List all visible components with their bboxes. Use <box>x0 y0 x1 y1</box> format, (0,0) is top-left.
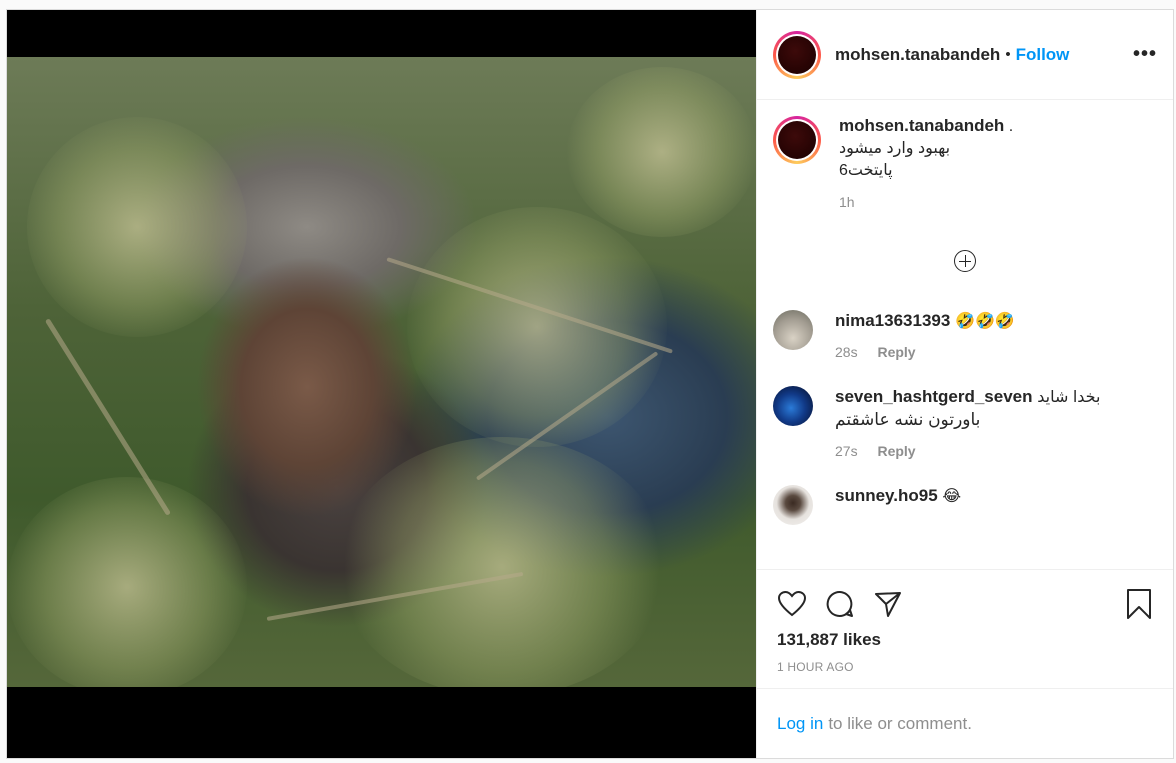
comment-time: 27s <box>835 443 858 459</box>
author-avatar[interactable] <box>773 30 821 79</box>
post-header: mohsen.tanabandeh • Follow ••• <box>757 10 1173 100</box>
more-options-icon[interactable]: ••• <box>1133 43 1157 66</box>
comment-username[interactable]: nima13631393 <box>835 311 950 330</box>
comment-item: nima13631393 🤣🤣🤣 28s Reply <box>773 310 1157 360</box>
caption-line-1: بهبود وارد میشود <box>839 140 951 157</box>
caption-username[interactable]: mohsen.tanabandeh <box>839 116 1004 135</box>
heart-icon[interactable] <box>777 590 807 618</box>
commenter-avatar[interactable] <box>773 386 813 426</box>
separator-dot: • <box>1005 46 1011 63</box>
comment-item: seven_hashtgerd_seven بخدا شاید باورتون … <box>773 386 1157 459</box>
login-prompt: Log in to like or comment. <box>757 688 1173 758</box>
comment-text: 🤣🤣🤣 <box>955 311 1015 330</box>
likes-count[interactable]: 131,887 likes <box>777 630 1153 650</box>
reply-button[interactable]: Reply <box>877 443 915 459</box>
caption-suffix: . <box>1008 118 1014 135</box>
post-timestamp: 1 HOUR AGO <box>777 660 854 674</box>
post-card: mohsen.tanabandeh • Follow ••• mohsen.ta… <box>6 9 1174 759</box>
comment-text: 😂 <box>942 486 962 505</box>
comment-icon[interactable] <box>825 589 855 619</box>
comment-time: 28s <box>835 344 858 360</box>
load-more-comments[interactable] <box>773 250 1157 272</box>
author-username[interactable]: mohsen.tanabandeh <box>835 45 1000 65</box>
caption-avatar[interactable] <box>773 116 821 164</box>
comments-section[interactable]: mohsen.tanabandeh . بهبود وارد میشود پای… <box>757 100 1173 569</box>
comment-item: sunney.ho95 😂 <box>773 485 1157 525</box>
comment-username[interactable]: sunney.ho95 <box>835 486 938 505</box>
commenter-avatar[interactable] <box>773 310 813 350</box>
follow-button[interactable]: Follow <box>1016 45 1070 65</box>
caption-line-2: پایتخت6 <box>839 162 893 179</box>
post-sidebar: mohsen.tanabandeh • Follow ••• mohsen.ta… <box>756 10 1173 758</box>
comment-text-line-2: باورتون نشه عاشقتم <box>835 410 981 429</box>
commenter-avatar[interactable] <box>773 485 813 525</box>
comment-username[interactable]: seven_hashtgerd_seven <box>835 387 1033 406</box>
login-rest-text: to like or comment. <box>828 713 972 733</box>
post-photo <box>7 57 756 687</box>
plus-circle-icon[interactable] <box>954 250 976 272</box>
post-media[interactable] <box>7 10 756 758</box>
bookmark-icon[interactable] <box>1125 588 1153 620</box>
share-icon[interactable] <box>873 589 903 619</box>
post-actions: 131,887 likes 1 HOUR AGO <box>757 569 1173 674</box>
caption: mohsen.tanabandeh . بهبود وارد میشود پای… <box>773 116 1157 210</box>
comment-text: بخدا شاید <box>1037 389 1101 406</box>
caption-time: 1h <box>839 194 855 210</box>
reply-button[interactable]: Reply <box>877 344 915 360</box>
login-link[interactable]: Log in <box>777 714 823 734</box>
